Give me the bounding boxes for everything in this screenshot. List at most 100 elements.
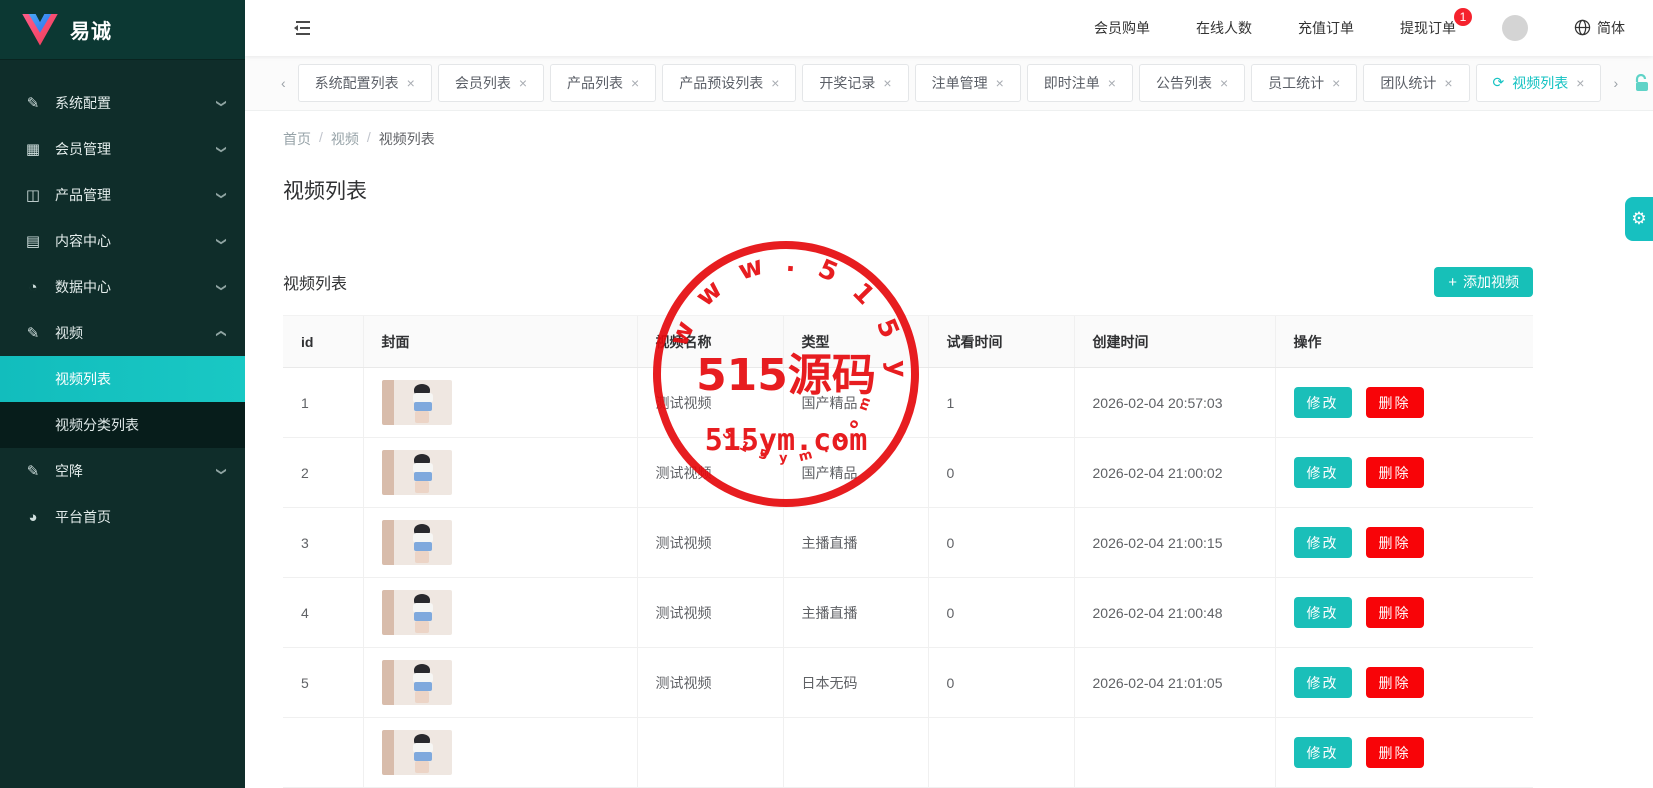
cell-trial-time [928,718,1074,788]
tab-staff-stats[interactable]: 员工统计× [1251,64,1357,102]
tab-member-list[interactable]: 会员列表× [438,64,544,102]
close-icon[interactable]: × [1108,75,1116,91]
user-avatar[interactable] [1502,15,1528,41]
cell-created-at [1074,718,1275,788]
tab-team-stats[interactable]: 团队统计 × [1363,64,1469,102]
delete-button[interactable]: 删除 [1366,597,1424,628]
lock-icon[interactable] [1634,74,1650,92]
chevron-up-icon: ❯ [215,329,226,337]
close-icon[interactable]: × [771,75,779,91]
chevron-down-icon: ❯ [215,237,226,245]
sidebar-item-airdrop[interactable]: ✎ 空降 ❯ [0,448,245,494]
tab-label: 注单管理 [932,73,988,93]
cell-type: 日本无码 [783,648,928,718]
edit-button[interactable]: 修改 [1294,667,1352,698]
video-thumbnail[interactable] [382,520,452,565]
edit-button[interactable]: 修改 [1294,387,1352,418]
dashboard-icon: ◕ [24,509,42,526]
video-thumbnail[interactable] [382,380,452,425]
grid-icon: ◫ [24,186,42,204]
cell-video-name: 测试视频 [637,648,783,718]
sidebar-item-platform-home[interactable]: ◕ 平台首页 [0,494,245,540]
breadcrumb-current: 视频列表 [379,129,435,149]
close-icon[interactable]: × [1576,75,1584,91]
settings-gear-button[interactable]: ⚙ [1625,197,1653,241]
cell-created-at: 2026-02-04 20:57:03 [1074,368,1275,438]
delete-button[interactable]: 删除 [1366,737,1424,768]
brand-name: 易诚 [70,15,112,44]
tab-label: 团队统计 [1380,73,1436,93]
close-icon[interactable]: × [883,75,891,91]
table-row: 2 测试视频 国产精品 0 2026-02-04 21:00:02 修改删除 [283,438,1533,508]
cell-id: 3 [283,508,363,578]
sidebar-item-member-management[interactable]: ▦ 会员管理 ❯ [0,126,245,172]
video-thumbnail[interactable] [382,590,452,635]
language-switcher[interactable]: 简体 [1574,18,1625,38]
delete-button[interactable]: 删除 [1366,527,1424,558]
close-icon[interactable]: × [407,75,415,91]
video-thumbnail[interactable] [382,730,452,775]
cell-video-name: 测试视频 [637,368,783,438]
edit-button[interactable]: 修改 [1294,527,1352,558]
delete-button[interactable]: 删除 [1366,457,1424,488]
edit-button[interactable]: 修改 [1294,597,1352,628]
video-thumbnail[interactable] [382,660,452,705]
sidebar-item-label: 空降 [55,461,217,481]
sidebar-item-data-center[interactable]: ◔ 数据中心 ❯ [0,264,245,310]
tabs-scroll-left-icon[interactable]: ‹ [275,75,292,91]
notification-badge: 1 [1454,8,1472,26]
edit-button[interactable]: 修改 [1294,737,1352,768]
table-icon: ▦ [24,140,42,158]
plus-icon: + [1448,274,1457,291]
sidebar-item-system-config[interactable]: ✎ 系统配置 ❯ [0,80,245,126]
tab-product-preset-list[interactable]: 产品预设列表× [662,64,796,102]
cell-type: 主播直播 [783,578,928,648]
refresh-icon[interactable]: ⟳ [1493,74,1505,91]
cell-trial-time: 0 [928,648,1074,718]
close-icon[interactable]: × [631,75,639,91]
delete-button[interactable]: 删除 [1366,667,1424,698]
close-icon[interactable]: × [1444,75,1452,91]
cell-trial-time: 0 [928,438,1074,508]
withdraw-orders-link[interactable]: 提现订单 1 [1400,18,1456,38]
tabs-scroll-right-icon[interactable]: › [1607,75,1624,91]
tab-system-config-list[interactable]: 系统配置列表× [298,64,432,102]
delete-button[interactable]: 删除 [1366,387,1424,418]
check-circle-icon: ◔ [24,279,42,296]
brand-v-logo-icon [22,14,58,46]
tab-label: 公告列表 [1156,73,1212,93]
recharge-orders-link[interactable]: 充值订单 [1298,18,1354,38]
cell-id: 4 [283,578,363,648]
sidebar-collapse-icon[interactable] [293,20,313,36]
member-orders-link[interactable]: 会员购单 [1094,18,1150,38]
close-icon[interactable]: × [1220,75,1228,91]
video-thumbnail[interactable] [382,450,452,495]
tab-bet-management[interactable]: 注单管理 × [915,64,1021,102]
sidebar-item-video-list[interactable]: 视频列表 [0,356,245,402]
tab-realtime-bets[interactable]: 即时注单× [1027,64,1133,102]
breadcrumb-video[interactable]: 视频 [331,129,359,149]
close-icon[interactable]: × [1332,75,1340,91]
sidebar-item-video[interactable]: ✎ 视频 ❯ [0,310,245,356]
sidebar-item-product-management[interactable]: ◫ 产品管理 ❯ [0,172,245,218]
cell-video-name: 测试视频 [637,578,783,648]
col-created-at: 创建时间 [1074,316,1275,368]
tab-product-list[interactable]: 产品列表× [550,64,656,102]
cell-created-at: 2026-02-04 21:01:05 [1074,648,1275,718]
close-icon[interactable]: × [519,75,527,91]
tab-lottery-records[interactable]: 开奖记录 × [802,64,908,102]
cell-created-at: 2026-02-04 21:00:15 [1074,508,1275,578]
tab-label: 开奖记录 [819,73,875,93]
online-count-link[interactable]: 在线人数 [1196,18,1252,38]
tab-announcement-list[interactable]: 公告列表 × [1139,64,1245,102]
logo-band: 易诚 [0,0,245,60]
table-row-partial: 修改删除 [283,718,1533,788]
close-icon[interactable]: × [996,75,1004,91]
breadcrumb-home[interactable]: 首页 [283,129,311,149]
add-video-button[interactable]: + 添加视频 [1434,267,1533,297]
sidebar-item-content-center[interactable]: ▤ 内容中心 ❯ [0,218,245,264]
edit-button[interactable]: 修改 [1294,457,1352,488]
sidebar-item-video-category-list[interactable]: 视频分类列表 [0,402,245,448]
tab-video-list[interactable]: ⟳ 视频列表 × [1476,64,1602,102]
main-area: 会员购单 在线人数 充值订单 提现订单 1 简体 ‹ 系统配置列表× 会员列表×… [245,0,1653,788]
